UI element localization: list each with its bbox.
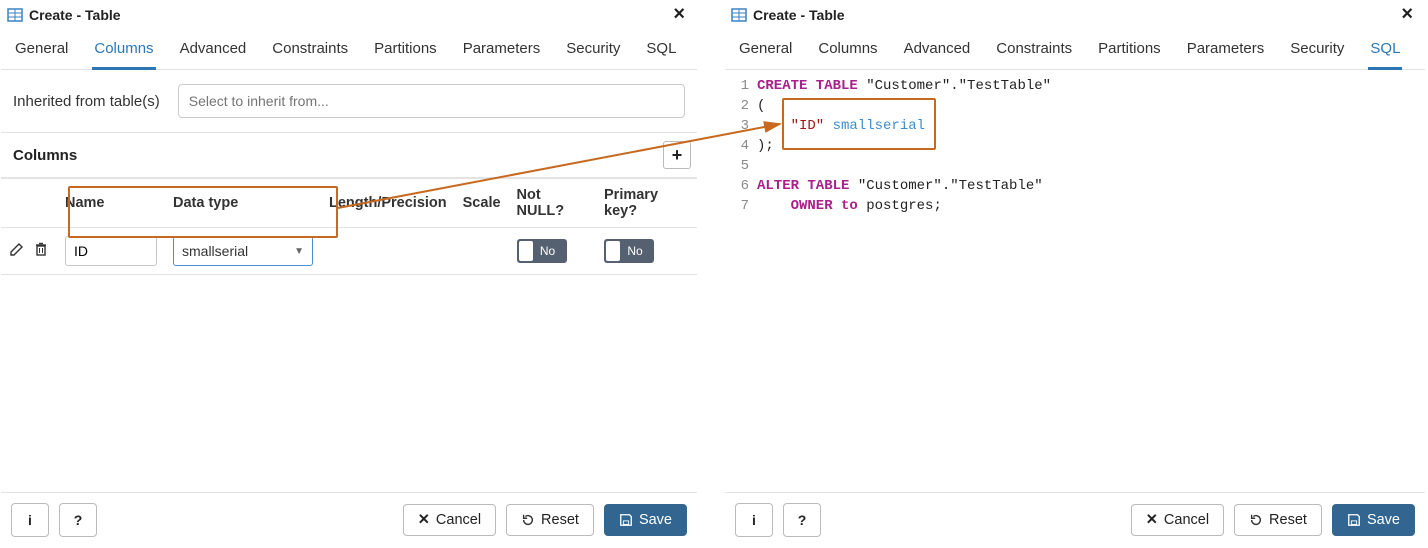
dialog-title: Create - Table: [753, 7, 845, 23]
help-button[interactable]: ?: [59, 503, 97, 537]
table-icon: [731, 7, 747, 23]
tab-general[interactable]: General: [737, 36, 794, 69]
tab-advanced[interactable]: Advanced: [902, 36, 973, 69]
tab-columns[interactable]: Columns: [816, 36, 879, 69]
sql-code: CREATE TABLE "Customer"."TestTable" ( "I…: [757, 76, 1051, 216]
col-header-scale: Scale: [455, 179, 509, 228]
tab-bar: General Columns Advanced Constraints Par…: [725, 28, 1425, 70]
line-gutter: 1234567: [725, 76, 757, 216]
tab-sql[interactable]: SQL: [644, 36, 678, 69]
chevron-down-icon: ▼: [294, 246, 304, 257]
column-name-input[interactable]: [65, 236, 157, 266]
tab-security[interactable]: Security: [564, 36, 622, 69]
create-table-dialog-sql: Create - Table × General Columns Advance…: [724, 0, 1426, 548]
create-table-dialog-columns: Create - Table × General Columns Advance…: [0, 0, 698, 548]
notnull-toggle[interactable]: No: [517, 239, 567, 263]
columns-table: Name Data type Length/Precision Scale No…: [1, 178, 697, 275]
col-header-pkey: Primary key?: [596, 179, 697, 228]
cancel-button[interactable]: ✕Cancel: [403, 504, 496, 536]
help-button[interactable]: ?: [783, 503, 821, 537]
column-datatype-value: smallserial: [182, 243, 248, 259]
col-header-name: Name: [57, 179, 165, 228]
primarykey-toggle[interactable]: No: [604, 239, 654, 263]
cancel-button[interactable]: ✕Cancel: [1131, 504, 1224, 536]
info-button[interactable]: i: [735, 503, 773, 537]
close-icon[interactable]: ×: [667, 3, 691, 26]
col-header-notnull: Not NULL?: [509, 179, 596, 228]
col-header-datatype: Data type: [165, 179, 321, 228]
tab-columns[interactable]: Columns: [92, 36, 155, 70]
inherited-label: Inherited from table(s): [13, 93, 160, 110]
close-icon[interactable]: ×: [1395, 3, 1419, 26]
columns-label: Columns: [13, 147, 77, 164]
add-column-button[interactable]: +: [663, 141, 691, 169]
tab-partitions[interactable]: Partitions: [1096, 36, 1163, 69]
tab-sql[interactable]: SQL: [1368, 36, 1402, 70]
tab-bar: General Columns Advanced Constraints Par…: [1, 28, 697, 70]
dialog-title: Create - Table: [29, 7, 121, 23]
column-datatype-select[interactable]: smallserial ▼: [173, 236, 313, 266]
delete-row-icon[interactable]: [33, 241, 49, 261]
tab-constraints[interactable]: Constraints: [270, 36, 350, 69]
save-button[interactable]: Save: [1332, 504, 1415, 536]
reset-button[interactable]: Reset: [506, 504, 594, 536]
edit-row-icon[interactable]: [9, 241, 25, 261]
tab-advanced[interactable]: Advanced: [178, 36, 249, 69]
tab-security[interactable]: Security: [1288, 36, 1346, 69]
tab-parameters[interactable]: Parameters: [1185, 36, 1267, 69]
table-icon: [7, 7, 23, 23]
save-button[interactable]: Save: [604, 504, 687, 536]
column-row: smallserial ▼ No No: [1, 228, 697, 275]
col-header-length: Length/Precision: [321, 179, 455, 228]
tab-partitions[interactable]: Partitions: [372, 36, 439, 69]
tab-general[interactable]: General: [13, 36, 70, 69]
reset-button[interactable]: Reset: [1234, 504, 1322, 536]
info-button[interactable]: i: [11, 503, 49, 537]
tab-constraints[interactable]: Constraints: [994, 36, 1074, 69]
tab-parameters[interactable]: Parameters: [461, 36, 543, 69]
inherit-input[interactable]: [178, 84, 685, 118]
sql-editor[interactable]: 1234567 CREATE TABLE "Customer"."TestTab…: [725, 70, 1425, 222]
